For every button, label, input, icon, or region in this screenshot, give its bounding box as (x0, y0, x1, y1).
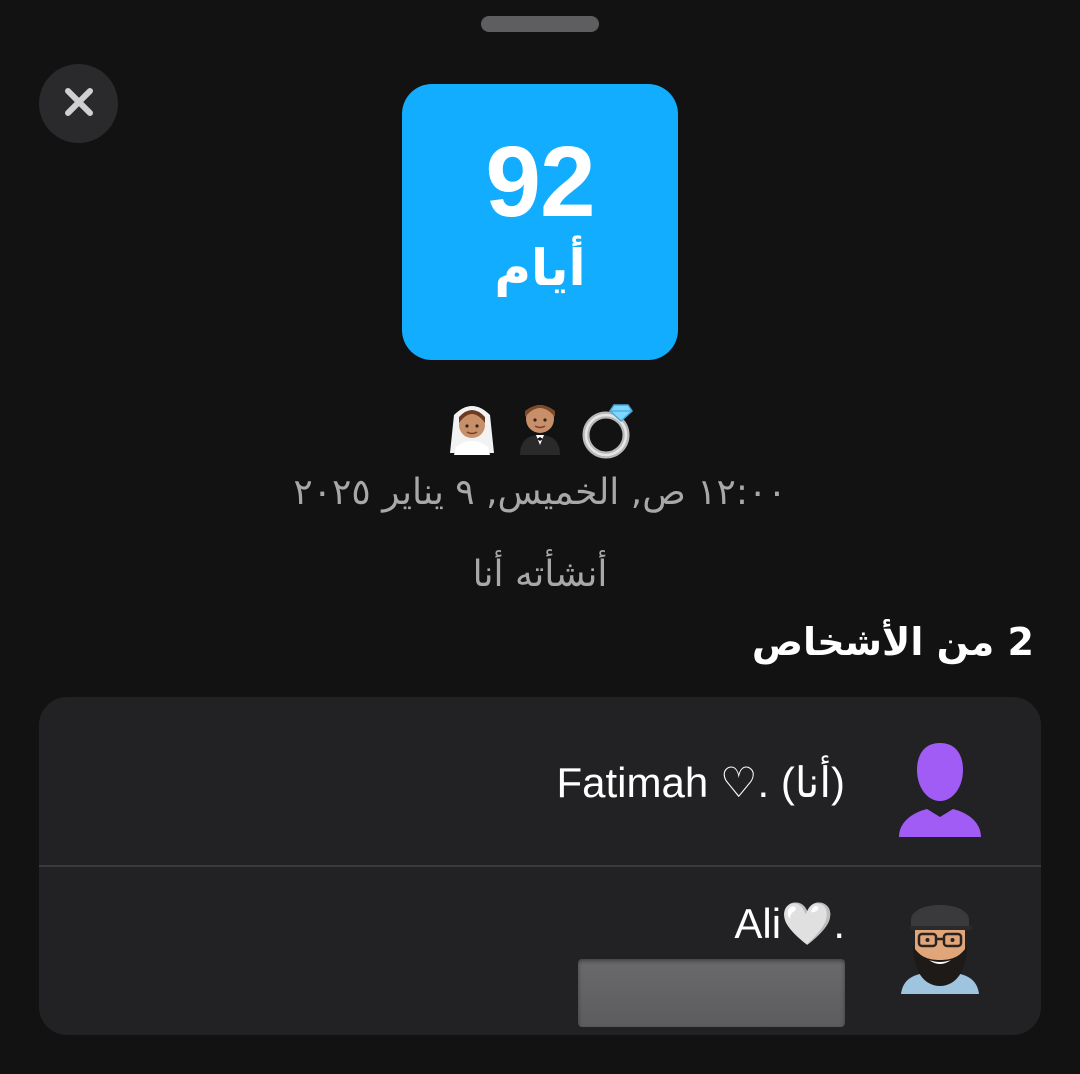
created-by-label: أنشأته أنا (472, 554, 608, 595)
bride-emoji (440, 395, 504, 459)
sheet-grabber[interactable] (481, 16, 599, 32)
countdown-tile: 92 أيام (402, 84, 678, 360)
event-date: ١٢:٠٠ ص, الخميس, ٩ يناير ٢٠٢٥ (293, 472, 787, 513)
default-avatar-icon (895, 737, 985, 842)
close-icon (62, 85, 96, 123)
redacted-subtitle (578, 959, 845, 1027)
countdown-number: 92 (485, 126, 595, 238)
close-button[interactable] (39, 64, 118, 143)
event-emoji-row (440, 392, 640, 462)
bitmoji-avatar-icon (895, 890, 985, 995)
list-item[interactable]: Fatimah ♡. (أنا) (39, 697, 1041, 865)
countdown-unit: أيام (494, 239, 586, 297)
people-count-heading: 2 من الأشخاص (751, 620, 1034, 664)
person-name: Ali🤍. (734, 900, 845, 947)
list-item[interactable]: Ali🤍. (39, 866, 1041, 1034)
groom-emoji (508, 395, 572, 459)
ring-emoji (576, 395, 640, 459)
people-list: Fatimah ♡. (أنا) Ali🤍. (39, 697, 1041, 1035)
person-name: Fatimah ♡. (أنا) (556, 759, 845, 806)
